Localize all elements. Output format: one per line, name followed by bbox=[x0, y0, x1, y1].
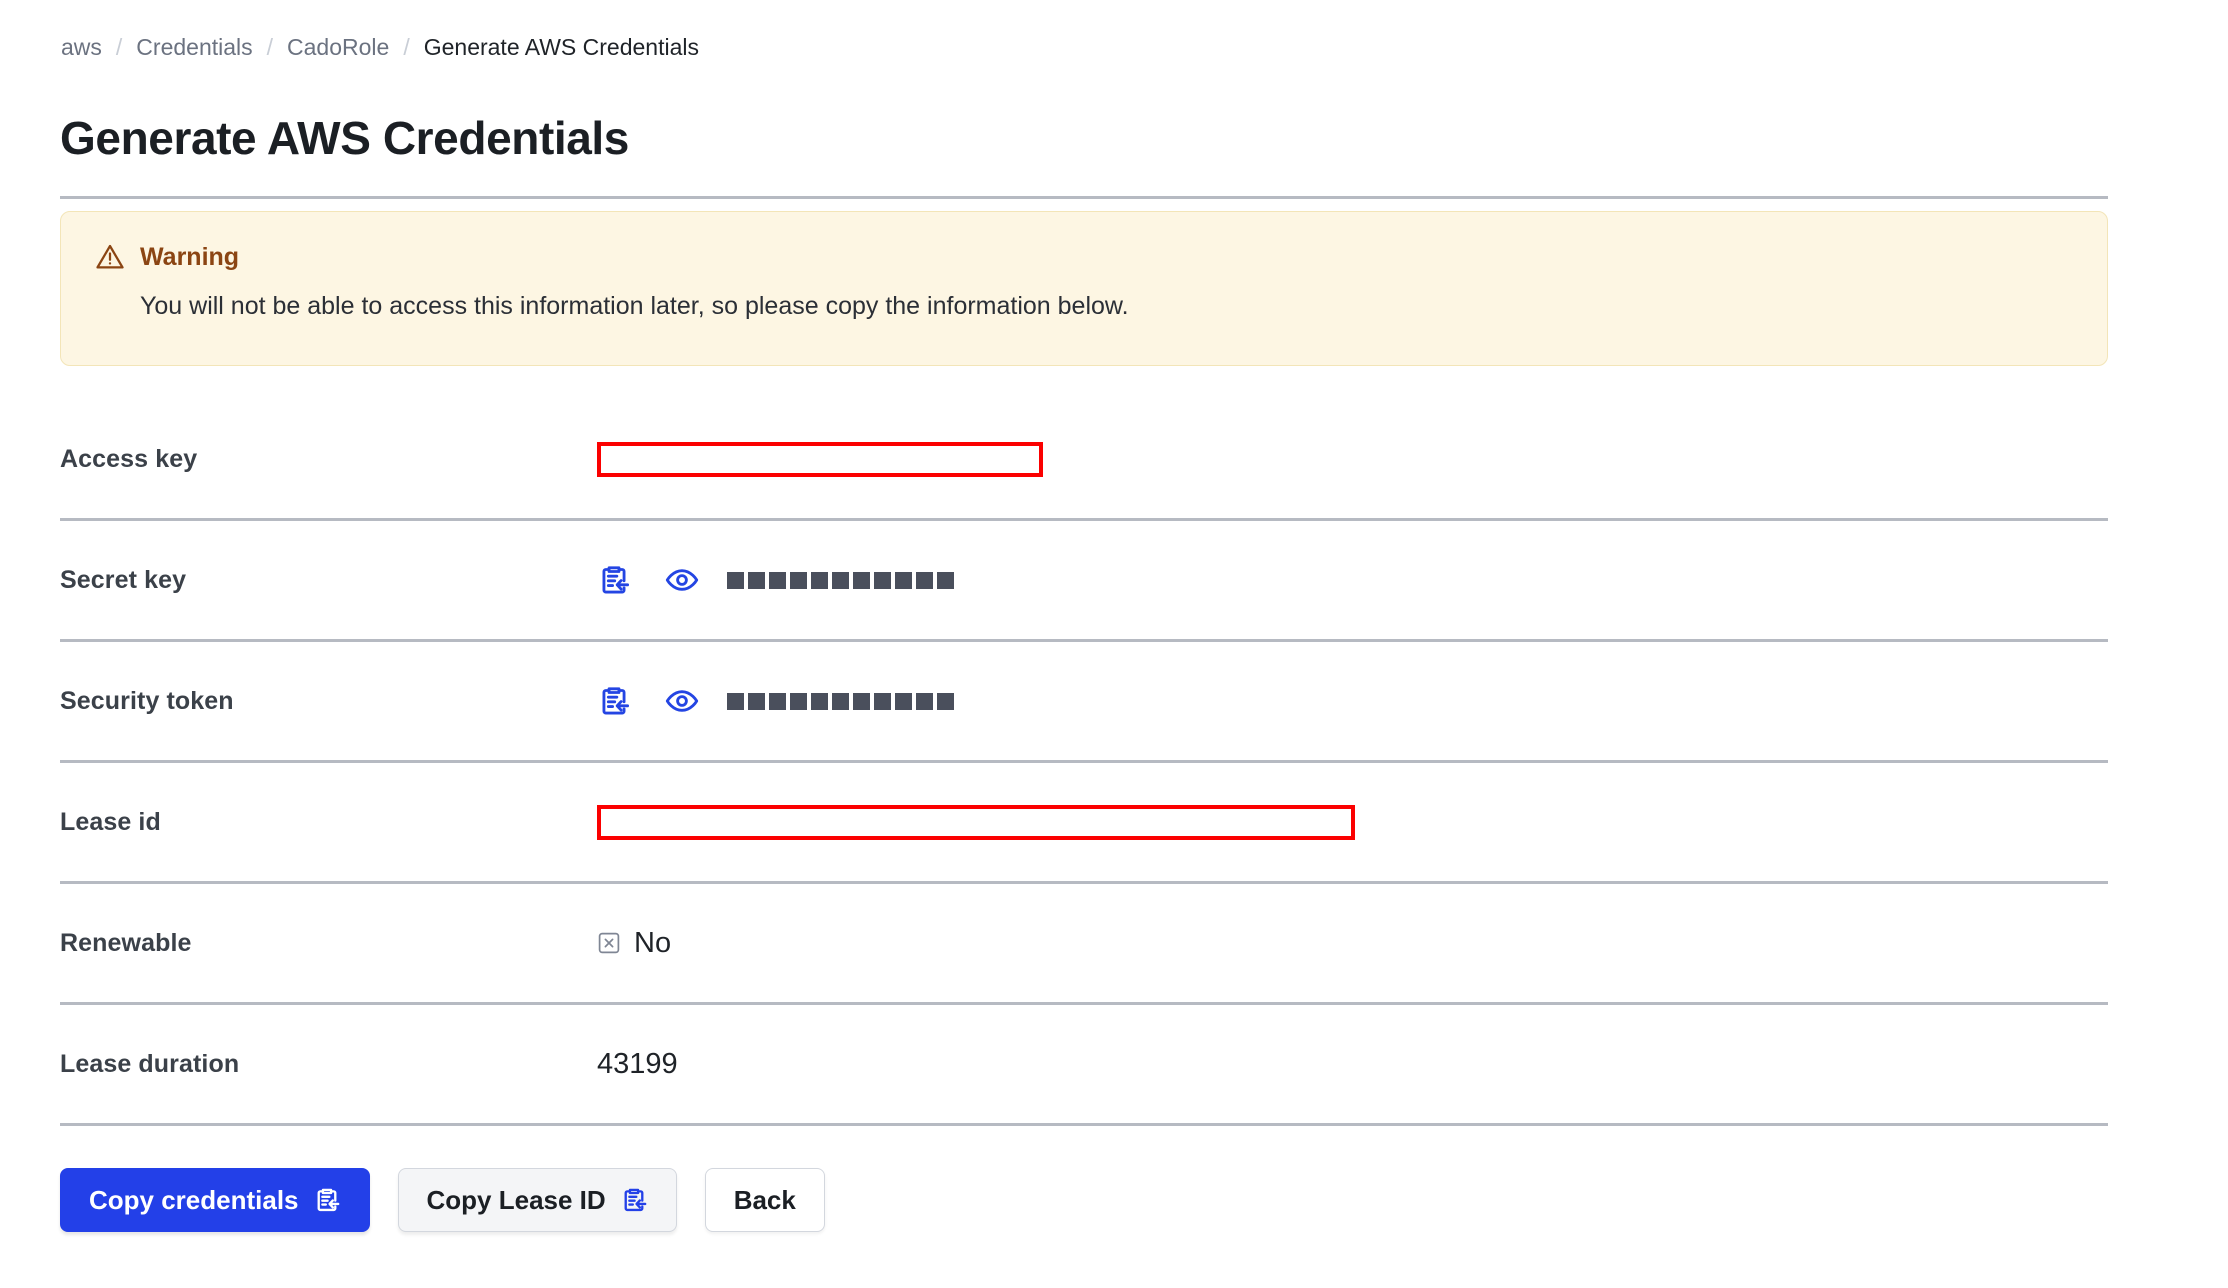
renewable-text: No bbox=[634, 926, 672, 959]
redaction-box-lease-id bbox=[597, 804, 1355, 840]
row-value-lease-duration: 43199 bbox=[597, 1048, 2108, 1081]
table-row-renewable: Renewable No bbox=[60, 884, 2108, 1005]
warning-alert-header: Warning bbox=[95, 242, 2073, 272]
lease-duration-text: 43199 bbox=[597, 1047, 678, 1080]
warning-triangle-icon bbox=[96, 244, 124, 269]
credentials-table: Access key Secret key Security token Lea… bbox=[60, 400, 2108, 1126]
row-value-renewable: No bbox=[597, 927, 2108, 960]
masked-value-security-token bbox=[727, 692, 954, 710]
breadcrumb-item-current: Generate AWS Credentials bbox=[423, 34, 699, 60]
alert-top-divider bbox=[60, 196, 2108, 199]
table-row-access-key: Access key bbox=[60, 400, 2108, 521]
table-row-lease-duration: Lease duration 43199 bbox=[60, 1005, 2108, 1126]
breadcrumb-item-aws[interactable]: aws bbox=[61, 33, 102, 61]
row-label-lease-duration: Lease duration bbox=[60, 1049, 240, 1078]
clipboard-copy-icon bbox=[624, 1188, 647, 1212]
back-button[interactable]: Back bbox=[704, 1168, 825, 1232]
masked-value-secret-key bbox=[727, 571, 954, 589]
row-value-security-token bbox=[597, 684, 2108, 718]
row-value-access-key bbox=[597, 441, 2108, 477]
breadcrumb-separator: / bbox=[403, 34, 410, 60]
warning-alert-message: You will not be able to access this info… bbox=[140, 292, 1129, 320]
copy-lease-id-label: Copy Lease ID bbox=[426, 1184, 606, 1215]
clipboard-copy-icon[interactable] bbox=[597, 563, 631, 597]
back-label: Back bbox=[733, 1184, 796, 1215]
breadcrumb-separator: / bbox=[115, 34, 123, 60]
breadcrumb-item-cadorole[interactable]: CadoRole bbox=[287, 33, 389, 61]
renewable-value: No bbox=[597, 927, 671, 960]
row-value-lease-id bbox=[597, 804, 2108, 840]
table-row-secret-key: Secret key bbox=[60, 521, 2108, 642]
breadcrumb-separator: / bbox=[266, 34, 274, 60]
warning-alert-title: Warning bbox=[140, 243, 240, 271]
page-title: Generate AWS Credentials bbox=[60, 112, 629, 164]
warning-alert: Warning You will not be able to access t… bbox=[60, 211, 2108, 366]
table-row-security-token: Security token bbox=[60, 642, 2108, 763]
breadcrumb-item-credentials[interactable]: Credentials bbox=[136, 33, 252, 61]
action-button-bar: Copy credentials Copy Lease ID Back bbox=[60, 1168, 825, 1232]
generate-aws-credentials-page: aws / Credentials / CadoRole / Generate … bbox=[0, 0, 2228, 1288]
row-value-secret-key bbox=[597, 563, 2108, 597]
row-label-access-key: Access key bbox=[60, 444, 198, 473]
row-label-secret-key: Secret key bbox=[60, 565, 187, 594]
clipboard-copy-icon bbox=[317, 1188, 339, 1212]
eye-icon[interactable] bbox=[665, 563, 699, 597]
clipboard-copy-icon[interactable] bbox=[597, 684, 631, 718]
table-row-lease-id: Lease id bbox=[60, 763, 2108, 884]
row-label-renewable: Renewable bbox=[60, 928, 192, 957]
copy-lease-id-button[interactable]: Copy Lease ID bbox=[397, 1168, 677, 1232]
row-label-security-token: Security token bbox=[60, 686, 234, 715]
copy-credentials-button[interactable]: Copy credentials bbox=[60, 1168, 370, 1232]
x-in-box-icon bbox=[598, 932, 620, 954]
breadcrumb: aws / Credentials / CadoRole / Generate … bbox=[61, 33, 699, 61]
copy-credentials-label: Copy credentials bbox=[89, 1184, 299, 1215]
eye-icon[interactable] bbox=[665, 684, 699, 718]
row-label-lease-id: Lease id bbox=[60, 807, 161, 836]
redaction-box-access-key bbox=[597, 441, 1043, 477]
